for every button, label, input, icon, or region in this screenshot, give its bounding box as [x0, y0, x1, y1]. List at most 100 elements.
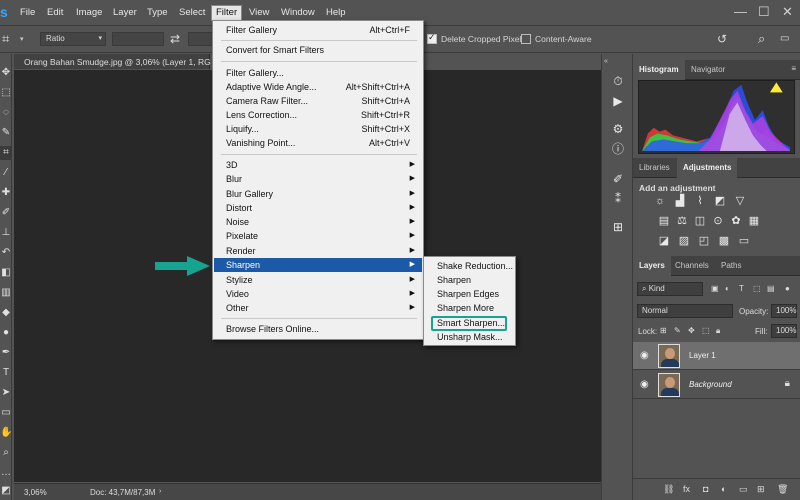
hue-saturation-icon[interactable]: ▤: [657, 215, 671, 227]
tool-preset-dropdown-icon[interactable]: ▾: [20, 35, 24, 43]
menu-item-filter-gallery-last[interactable]: Filter Gallery Alt+Ctrl+F: [214, 23, 422, 37]
gradient-map-icon[interactable]: ▭: [737, 235, 751, 247]
status-menu-icon[interactable]: ›: [159, 488, 161, 495]
filter-type-icon[interactable]: T: [739, 284, 744, 293]
menu-view[interactable]: View: [245, 6, 273, 20]
exposure-icon[interactable]: ◩: [713, 195, 727, 207]
menu-item-3d[interactable]: 3D ▶: [214, 158, 422, 172]
layer-style-icon[interactable]: fx: [683, 484, 690, 494]
properties-icon[interactable]: ⚙: [608, 120, 628, 138]
lock-position-icon[interactable]: ✥: [688, 326, 695, 335]
color-lookup-icon[interactable]: ▦: [747, 215, 761, 227]
filter-smart-icon[interactable]: ▤: [767, 284, 775, 293]
vibrance-icon[interactable]: ▽: [733, 195, 747, 207]
crop-tool-icon[interactable]: ⌗: [2, 31, 9, 47]
path-select-icon[interactable]: ➤: [0, 386, 12, 400]
actions-icon[interactable]: ▶: [608, 92, 628, 110]
brush-settings-icon[interactable]: ✐: [608, 170, 628, 188]
posterize-icon[interactable]: ▨: [677, 235, 691, 247]
layer-name[interactable]: Layer 1: [689, 351, 716, 360]
new-layer-icon[interactable]: ⊞: [757, 484, 765, 495]
menu-type[interactable]: Type: [143, 6, 172, 20]
menu-item-filter-gallery[interactable]: Filter Gallery...: [214, 66, 422, 80]
link-layers-icon[interactable]: ⛓: [663, 484, 674, 495]
color-balance-icon[interactable]: ⚖: [675, 215, 689, 227]
gradient-tool-icon[interactable]: ▥: [0, 286, 12, 300]
eye-icon[interactable]: ◉: [640, 350, 649, 361]
layer-filter-select[interactable]: ⌕ Kind: [637, 282, 703, 296]
info-icon[interactable]: ⓘ: [608, 140, 628, 158]
content-aware-checkbox[interactable]: [521, 34, 531, 44]
menu-filter[interactable]: Filter: [211, 5, 243, 21]
menu-item-convert-smart-filters[interactable]: Convert for Smart Filters: [214, 43, 422, 57]
blend-mode-select[interactable]: Normal: [637, 304, 733, 318]
shape-tool-icon[interactable]: ▭: [0, 406, 12, 420]
menu-item-sharpen-basic[interactable]: Sharpen: [425, 273, 514, 287]
quick-select-tool-icon[interactable]: ✎: [0, 126, 12, 140]
blur-tool-icon[interactable]: ◆: [0, 306, 12, 320]
menu-layer[interactable]: Layer: [109, 6, 141, 20]
levels-icon[interactable]: ▟: [673, 195, 687, 207]
layer-mask-icon[interactable]: ◘: [703, 484, 708, 494]
layer-row[interactable]: ◉ Background 🔒︎: [633, 371, 800, 399]
menu-item-browse-filters-online[interactable]: Browse Filters Online...: [214, 322, 422, 336]
filter-shape-icon[interactable]: ⬚: [753, 284, 761, 293]
selective-color-icon[interactable]: ▩: [717, 235, 731, 247]
new-group-icon[interactable]: ▭: [739, 484, 748, 495]
lock-image-icon[interactable]: ✎: [674, 326, 681, 335]
menu-item-sharpen[interactable]: Sharpen ▶: [214, 258, 422, 272]
menu-item-vanishing-point[interactable]: Vanishing Point... Alt+Ctrl+V: [214, 136, 422, 150]
menu-item-distort[interactable]: Distort ▶: [214, 201, 422, 215]
menu-item-video[interactable]: Video ▶: [214, 287, 422, 301]
menu-edit[interactable]: Edit: [43, 6, 67, 20]
menu-item-lens-correction[interactable]: Lens Correction... Shift+Ctrl+R: [214, 108, 422, 122]
pen-tool-icon[interactable]: ✒: [0, 346, 12, 360]
lock-transparent-icon[interactable]: ⊞: [660, 326, 667, 335]
menu-item-other[interactable]: Other ▶: [214, 301, 422, 315]
lasso-tool-icon[interactable]: ◌: [0, 106, 12, 120]
width-input[interactable]: [112, 32, 164, 46]
close-button[interactable]: ✕: [782, 4, 793, 20]
eyedropper-tool-icon[interactable]: ⁄: [0, 166, 12, 180]
filter-adjustment-icon[interactable]: ◐: [725, 284, 730, 293]
search-icon[interactable]: ⌕: [758, 31, 765, 47]
move-tool-icon[interactable]: ✥: [0, 66, 12, 80]
swap-icon[interactable]: ⇄: [170, 32, 180, 46]
ratio-select[interactable]: Ratio ▾: [40, 32, 106, 46]
menu-item-blur[interactable]: Blur ▶: [214, 172, 422, 186]
document-tab[interactable]: Orang Bahan Smudge.jpg @ 3,06% (Layer 1,…: [14, 54, 211, 69]
filter-toggle-icon[interactable]: ●: [785, 284, 790, 293]
stamp-tool-icon[interactable]: ⊥: [0, 226, 12, 240]
menu-item-pixelate[interactable]: Pixelate ▶: [214, 229, 422, 243]
menu-item-noise[interactable]: Noise ▶: [214, 215, 422, 229]
opacity-input[interactable]: 100%: [771, 304, 797, 318]
menu-item-liquify[interactable]: Liquify... Shift+Ctrl+X: [214, 122, 422, 136]
dodge-tool-icon[interactable]: ●: [0, 326, 12, 340]
menu-item-unsharp-mask[interactable]: Unsharp Mask...: [425, 330, 514, 344]
menu-item-render[interactable]: Render ▶: [214, 244, 422, 258]
menu-item-adaptive-wide-angle[interactable]: Adaptive Wide Angle... Alt+Shift+Ctrl+A: [214, 80, 422, 94]
menu-item-sharpen-more[interactable]: Sharpen More: [425, 301, 514, 315]
delete-layer-icon[interactable]: 🗑︎: [777, 484, 788, 495]
history-brush-icon[interactable]: ↶: [0, 246, 12, 260]
tab-navigator[interactable]: Navigator: [685, 60, 731, 80]
type-tool-icon[interactable]: T: [0, 366, 12, 380]
delete-cropped-checkbox[interactable]: [427, 32, 437, 44]
eraser-tool-icon[interactable]: ◧: [0, 266, 12, 280]
menu-window[interactable]: Window: [277, 6, 319, 20]
lock-artboard-icon[interactable]: ⬚: [702, 326, 710, 335]
reset-icon[interactable]: ↺: [717, 32, 727, 46]
layer-name[interactable]: Background: [689, 380, 732, 389]
tab-adjustments[interactable]: Adjustments: [677, 158, 738, 178]
filter-pixel-icon[interactable]: ▣: [711, 284, 719, 293]
invert-icon[interactable]: ◪: [657, 235, 671, 247]
menu-item-blur-gallery[interactable]: Blur Gallery ▶: [214, 187, 422, 201]
panel-menu-icon[interactable]: ≡: [791, 64, 796, 73]
photo-filter-icon[interactable]: ⊙: [711, 215, 725, 227]
layer-row[interactable]: ◉ Layer 1: [633, 342, 800, 370]
minimize-button[interactable]: —: [734, 4, 747, 19]
menu-file[interactable]: File: [16, 6, 39, 20]
menu-item-sharpen-edges[interactable]: Sharpen Edges: [425, 287, 514, 301]
threshold-icon[interactable]: ◰: [697, 235, 711, 247]
clone-source-icon[interactable]: ⊞: [608, 218, 628, 236]
